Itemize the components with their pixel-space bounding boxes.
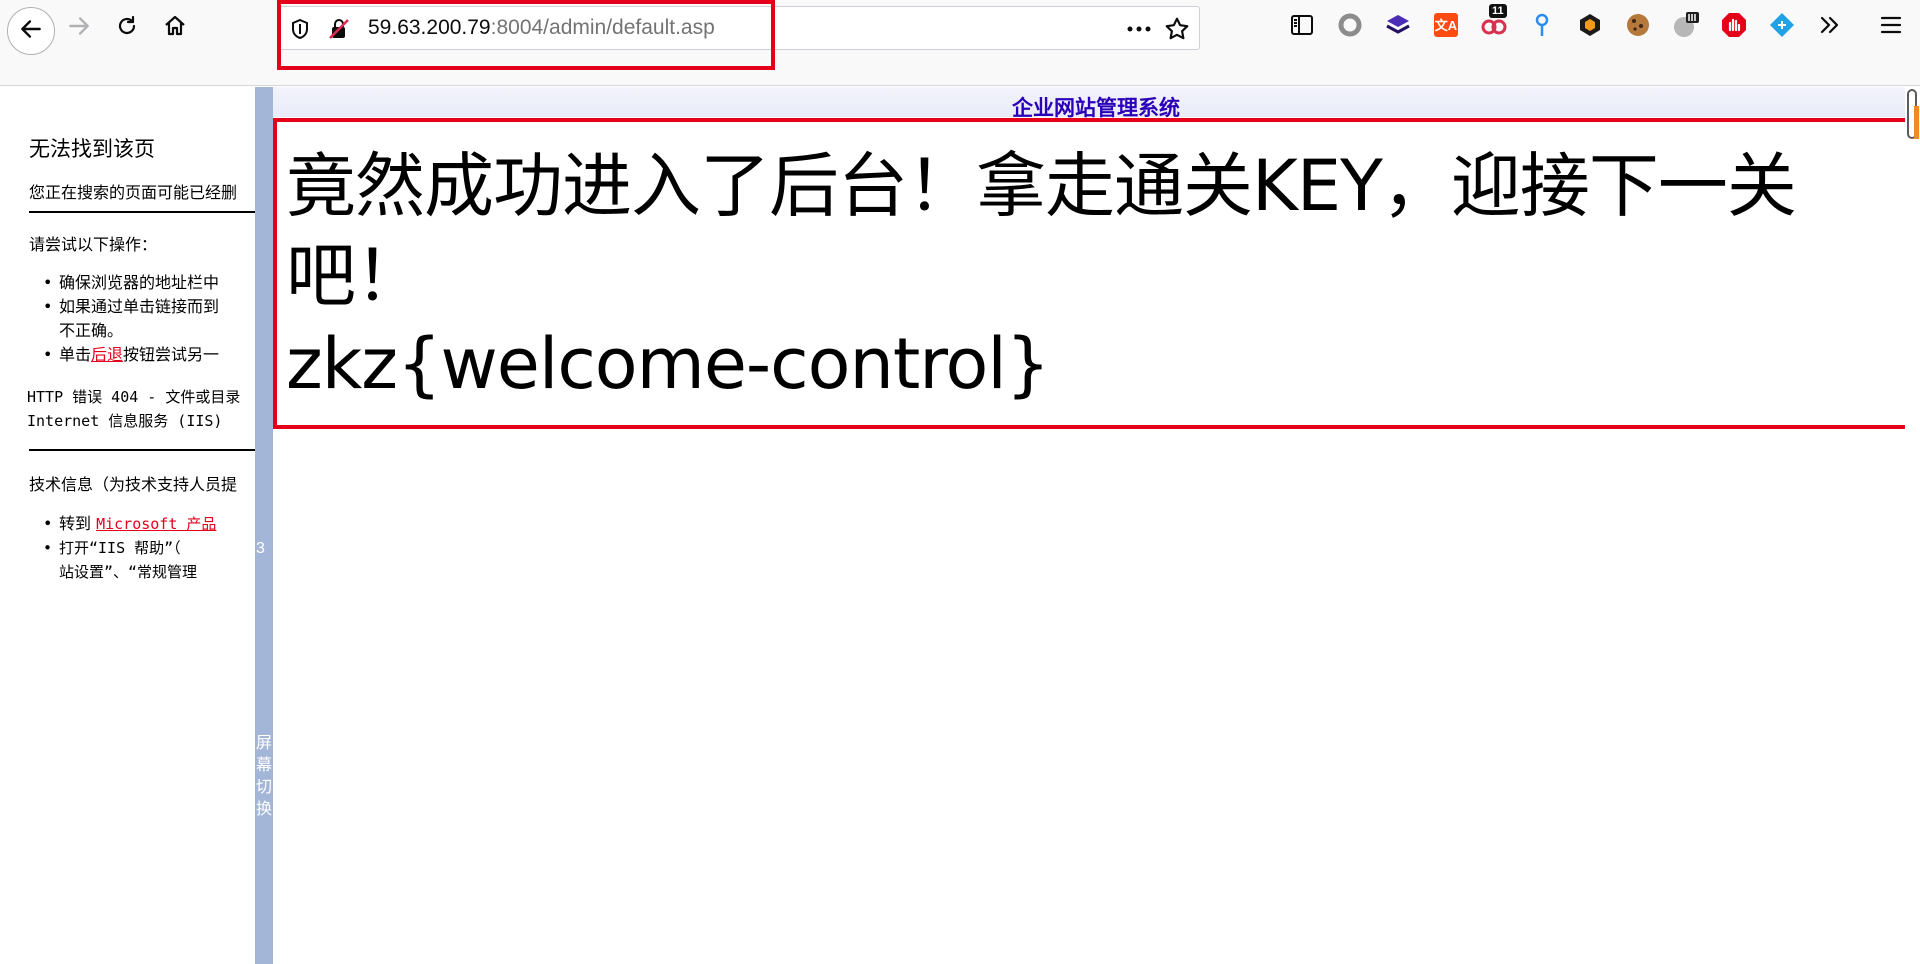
vertical-scrollbar[interactable] (1905, 87, 1920, 964)
back-link[interactable]: 后退 (91, 345, 123, 364)
overflow-chevron-icon[interactable] (1815, 10, 1845, 40)
main-frame: 企业网站管理系统 竟然成功进入了后台！拿走通关KEY，迎接下一关 吧！ zkz{… (273, 87, 1920, 964)
flag-key: zkz{welcome-control} (286, 323, 1050, 405)
browser-toolbar: 59.63.200.79:8004/admin/default.asp 文A 1… (0, 0, 1920, 86)
home-icon (163, 14, 187, 42)
tip-item-continued: 不正确。 (59, 321, 124, 340)
screen-switch-bar[interactable]: 3 屏幕切换 (255, 87, 273, 964)
divider (29, 211, 255, 213)
error-line: Internet 信息服务 (IIS) (27, 412, 223, 430)
extension-badge: 11 (1489, 4, 1507, 18)
svg-text:文A: 文A (1435, 18, 1458, 33)
link-extension-icon[interactable]: 11 (1479, 4, 1509, 40)
back-button[interactable] (7, 7, 55, 55)
tip-item: 如果通过单击链接而到 (43, 295, 219, 319)
microsoft-link[interactable]: Microsoft 产品 (96, 515, 216, 533)
url-text[interactable]: 59.63.200.79:8004/admin/default.asp (368, 16, 715, 40)
error-line: HTTP 错误 404 - 文件或目录 (27, 388, 241, 406)
cube-extension-icon[interactable] (1575, 10, 1605, 40)
tech-item-continued: 站设置”、“常规管理 (59, 563, 198, 581)
ring-extension-icon[interactable] (1335, 10, 1365, 40)
forward-button[interactable] (57, 6, 101, 50)
url-path: :8004/admin/default.asp (490, 16, 715, 39)
success-message-continued: 吧！ (286, 235, 425, 317)
shield-icon[interactable] (290, 18, 310, 44)
tech-list: 转到 Microsoft 产品 打开“IIS 帮助”（ 站设置”、“常规管理 (43, 512, 216, 584)
scrollbar-marker (1914, 106, 1919, 139)
adblock-icon[interactable] (1719, 10, 1749, 40)
screen-switch-label[interactable]: 屏幕切换 (255, 732, 273, 820)
translate-extension-icon[interactable]: 文A (1431, 10, 1461, 40)
tech-heading: 技术信息（为技术支持人员提 (29, 475, 238, 494)
reload-icon (115, 14, 139, 42)
success-message-box: 竟然成功进入了后台！拿走通关KEY，迎接下一关 吧！ zkz{welcome-c… (273, 118, 1918, 429)
error-title: 无法找到该页 (29, 137, 155, 161)
tip-text: 按钮尝试另一 (123, 345, 220, 364)
error-subtitle: 您正在搜索的页面可能已经删 (29, 183, 238, 202)
cookie-extension-icon[interactable] (1623, 10, 1653, 40)
tech-text: 转到 (59, 514, 97, 533)
divider (29, 449, 255, 451)
page-actions-icon[interactable] (1124, 15, 1154, 45)
insecure-lock-icon[interactable] (327, 18, 351, 44)
success-message: 竟然成功进入了后台！拿走通关KEY，迎接下一关 (286, 145, 1797, 227)
tech-item: 打开“IIS 帮助”（ (43, 536, 216, 560)
pin-extension-icon[interactable] (1527, 10, 1557, 40)
menu-icon[interactable] (1876, 10, 1906, 40)
tip-text: 单击 (59, 345, 92, 364)
left-frame-404: 无法找到该页 您正在搜索的页面可能已经删 请尝试以下操作： 确保浏览器的地址栏中… (0, 87, 255, 964)
reader-extension-icon[interactable] (1671, 10, 1701, 40)
home-button[interactable] (153, 6, 197, 50)
tips-list: 确保浏览器的地址栏中 如果通过单击链接而到 不正确。 单击后退按钮尝试另一 (43, 271, 220, 367)
diamond-extension-icon[interactable] (1767, 10, 1797, 40)
reload-button[interactable] (105, 6, 149, 50)
tip-item: 单击后退按钮尝试另一 (43, 343, 220, 367)
arrow-left-icon (18, 16, 44, 46)
url-host: 59.63.200.79 (368, 16, 491, 39)
tip-item: 确保浏览器的地址栏中 (43, 271, 219, 295)
http-error-text: HTTP 错误 404 - 文件或目录 Internet 信息服务 (IIS) (27, 385, 240, 433)
sidebar-icon[interactable] (1287, 10, 1317, 40)
bookmark-star-icon[interactable] (1164, 16, 1190, 46)
switch-arrow[interactable]: 3 (256, 540, 265, 558)
arrow-right-icon (66, 13, 92, 43)
tech-item: 转到 Microsoft 产品 (43, 512, 216, 536)
layers-extension-icon[interactable] (1383, 10, 1413, 40)
url-bar[interactable]: 59.63.200.79:8004/admin/default.asp (277, 6, 1200, 50)
try-heading: 请尝试以下操作： (29, 235, 158, 254)
